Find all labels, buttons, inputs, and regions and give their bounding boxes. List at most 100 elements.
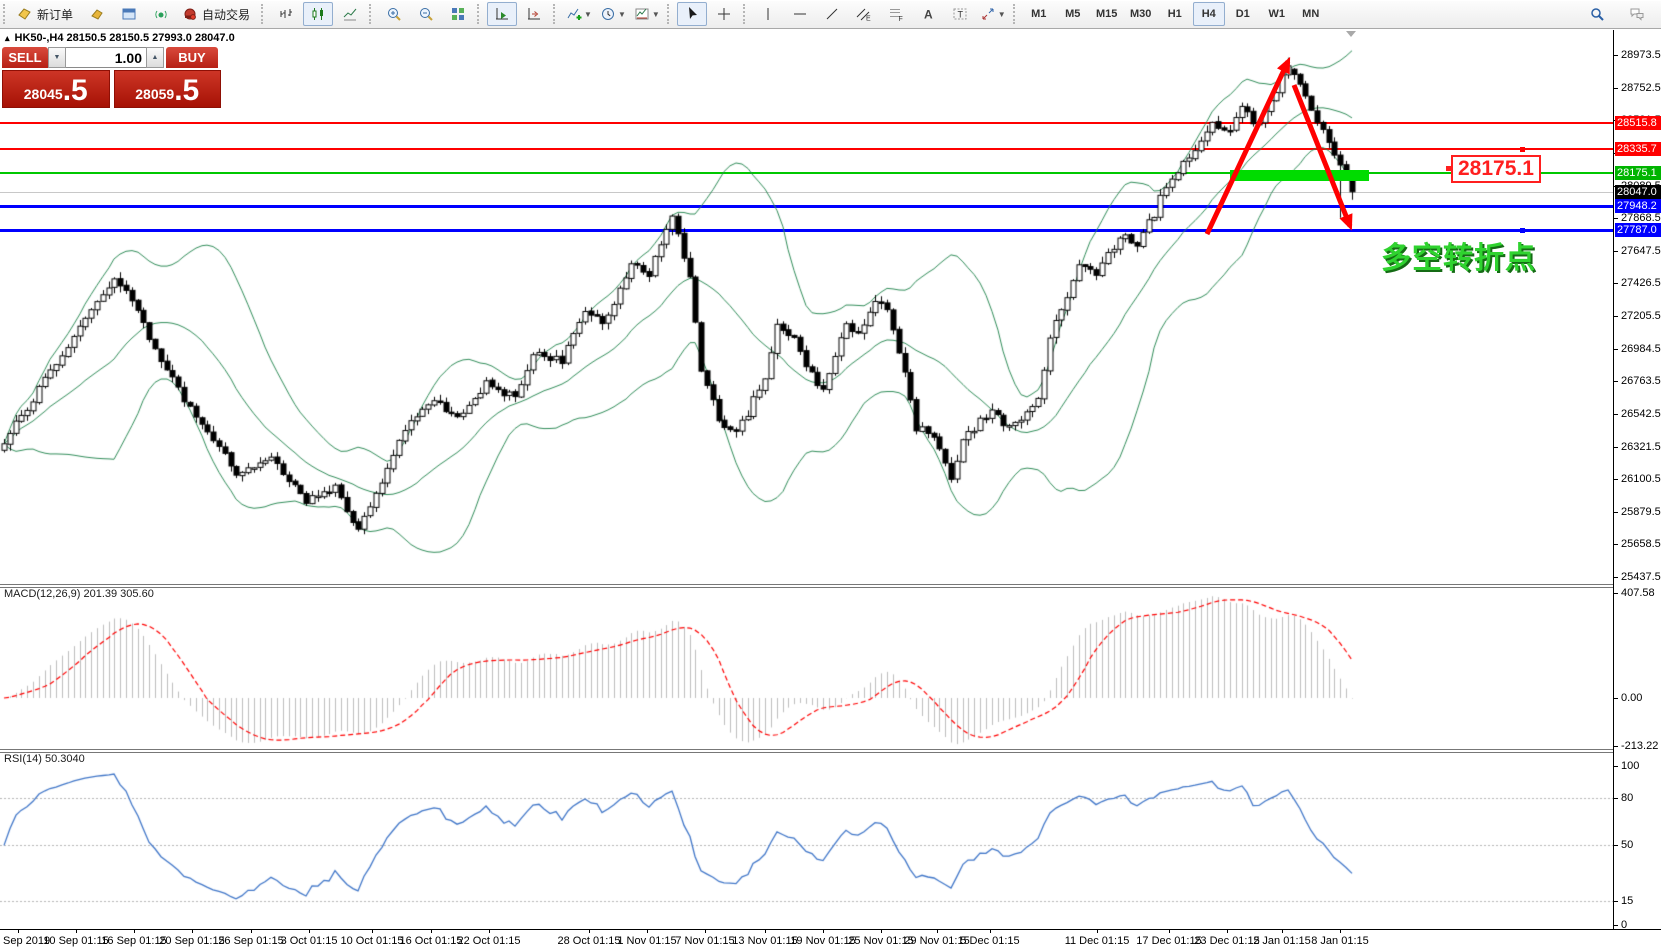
arrows-button[interactable]: ▼: [977, 2, 1009, 26]
new-order-button[interactable]: 新订单: [13, 2, 80, 26]
buy-price-box[interactable]: 28059.5: [114, 70, 222, 108]
tf-w1[interactable]: W1: [1261, 2, 1293, 26]
volume-decrease-button[interactable]: ▼: [48, 47, 66, 68]
periods-button[interactable]: ▼: [597, 2, 629, 26]
vertical-line-button[interactable]: [753, 2, 783, 26]
price-axis-tick: 25658.5: [1621, 538, 1661, 550]
dropdown-arrow-icon[interactable]: ▼: [584, 10, 592, 19]
tf-h4[interactable]: H4: [1193, 2, 1225, 26]
trendline-button[interactable]: [817, 2, 847, 26]
axis-tick-mark: [1614, 798, 1618, 799]
tf-m1[interactable]: M1: [1023, 2, 1055, 26]
price-axis-tick: 26984.5: [1621, 343, 1661, 355]
time-tick-mark: [134, 930, 135, 933]
time-tick-mark: [990, 930, 991, 933]
toolbar-grip-chart-type[interactable]: [261, 4, 267, 24]
price-axis-tick: 27426.5: [1621, 277, 1661, 289]
zoom-out-icon: [418, 6, 434, 22]
time-axis-label: 2 Jan 01:15: [1253, 935, 1311, 947]
search-button[interactable]: [1582, 2, 1612, 26]
panel-splitter-rsi[interactable]: [0, 749, 1661, 753]
volume-input[interactable]: [66, 47, 146, 68]
clock-icon: [600, 6, 616, 22]
tf-mn[interactable]: MN: [1295, 2, 1327, 26]
time-tick-mark: [251, 930, 252, 933]
toolbar-grip-zoom[interactable]: [369, 4, 375, 24]
tf-m30[interactable]: M30: [1125, 2, 1157, 26]
bar-chart-button[interactable]: [271, 2, 301, 26]
main-chart-canvas[interactable]: [0, 30, 1613, 584]
toolbar-grip-timeframes[interactable]: [1013, 4, 1019, 24]
auto-trading-button[interactable]: 自动交易: [178, 2, 257, 26]
toolbar-grip-insert[interactable]: [553, 4, 559, 24]
tile-windows-button[interactable]: [443, 2, 473, 26]
text-button[interactable]: A: [913, 2, 943, 26]
time-tick-mark: [1340, 930, 1341, 933]
tf-d1[interactable]: D1: [1227, 2, 1259, 26]
dropdown-arrow-icon[interactable]: ▼: [618, 10, 626, 19]
fibonacci-button[interactable]: F: [881, 2, 911, 26]
window-icon: [121, 6, 137, 22]
magnifier-icon: [1589, 6, 1605, 22]
zoom-in-button[interactable]: [379, 2, 409, 26]
time-axis[interactable]: Sep 201910 Sep 01:1516 Sep 01:1520 Sep 0…: [0, 930, 1661, 952]
candle-chart-button[interactable]: [303, 2, 333, 26]
chat-button[interactable]: [1622, 2, 1652, 26]
macd-panel-canvas[interactable]: [0, 587, 1613, 749]
sell-button[interactable]: SELL: [2, 47, 48, 68]
price-axis[interactable]: 28973.528752.528531.528310.528089.527868…: [1613, 30, 1661, 929]
chart-note-text[interactable]: 多空转折点: [1381, 233, 1536, 277]
chart-shift-button[interactable]: [519, 2, 549, 26]
one-click-collapse-arrow[interactable]: ▴: [5, 33, 10, 43]
hline-icon: [792, 6, 808, 22]
hline-handle-28335.7[interactable]: [1520, 147, 1525, 152]
indicators-button[interactable]: ▼: [563, 2, 595, 26]
price-axis-tick: 28752.5: [1621, 82, 1661, 94]
auto-scroll-button[interactable]: [487, 2, 517, 26]
support-zone-highlight[interactable]: [1230, 170, 1369, 181]
time-tick-mark: [765, 930, 766, 933]
tf-h1[interactable]: H1: [1159, 2, 1191, 26]
crosshair-button[interactable]: [709, 2, 739, 26]
time-tick-mark: [489, 930, 490, 933]
axis-tick-mark: [1614, 381, 1618, 382]
rsi-panel-canvas[interactable]: [0, 752, 1613, 929]
dropdown-arrow-icon[interactable]: ▼: [998, 10, 1006, 19]
toolbar-grip-objects[interactable]: [743, 4, 749, 24]
mt4-window: 新订单 自动交易 ▼ ▼ ▼ EFAT ▼ M1M5M15M30H1H4D1W1MN ▴HK5…: [0, 0, 1661, 952]
price-tag-handle[interactable]: [1446, 166, 1451, 171]
panel-splitter-macd[interactable]: [0, 584, 1661, 588]
tf-m15[interactable]: M15: [1091, 2, 1123, 26]
one-click-trading-panel: SELL ▼ ▲ BUY 28045.5 28059.5: [2, 47, 221, 108]
time-tick-mark: [705, 930, 706, 933]
current-price-badge: 28047.0: [1615, 185, 1661, 199]
line-chart-button[interactable]: [335, 2, 365, 26]
cursor-button[interactable]: [677, 2, 707, 26]
templates-button[interactable]: ▼: [631, 2, 663, 26]
toolbar-grip-cursor[interactable]: [667, 4, 673, 24]
chart-window-button[interactable]: [114, 2, 144, 26]
toolbar-grip-trade[interactable]: [3, 4, 9, 24]
rsi-indicator-label: RSI(14) 50.3040: [4, 753, 85, 765]
order-tag-button[interactable]: [82, 2, 112, 26]
symbol-info-bar[interactable]: ▴HK50-,H4 28150.5 28150.5 27993.0 28047.…: [5, 32, 235, 44]
volume-increase-button[interactable]: ▲: [146, 47, 164, 68]
rsi-axis-tick: 15: [1621, 895, 1633, 907]
price-tag-label[interactable]: 28175.1: [1451, 155, 1541, 183]
zoom-out-button[interactable]: [411, 2, 441, 26]
label-button[interactable]: T: [945, 2, 975, 26]
chart-shift-marker[interactable]: [1346, 31, 1356, 37]
signal-button[interactable]: [146, 2, 176, 26]
channel-button[interactable]: E: [849, 2, 879, 26]
axis-tick-mark: [1614, 698, 1618, 699]
toolbar-grip-scroll[interactable]: [477, 4, 483, 24]
time-tick-mark: [18, 930, 19, 933]
axis-tick-mark: [1614, 218, 1618, 219]
dropdown-arrow-icon[interactable]: ▼: [652, 10, 660, 19]
horizontal-line-button[interactable]: [785, 2, 815, 26]
buy-button[interactable]: BUY: [166, 47, 218, 68]
axis-tick-mark: [1614, 544, 1618, 545]
sell-price-box[interactable]: 28045.5: [2, 70, 110, 108]
tf-m5[interactable]: M5: [1057, 2, 1089, 26]
time-axis-label: 20 Sep 01:15: [159, 935, 224, 947]
